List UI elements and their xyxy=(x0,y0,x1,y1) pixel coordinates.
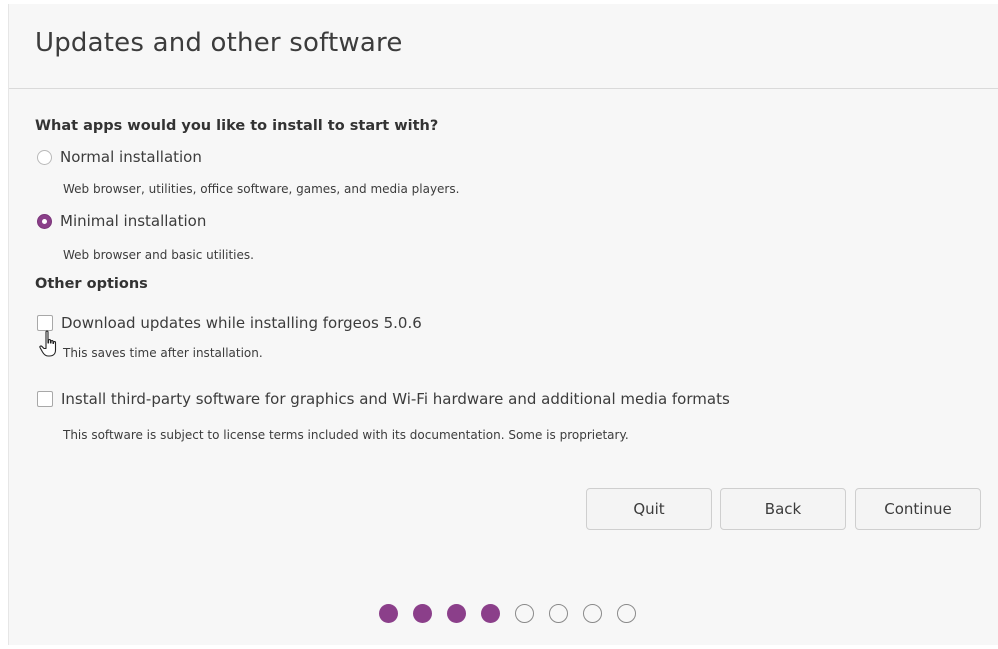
third-party-software-checkbox[interactable]: Install third-party software for graphic… xyxy=(37,390,730,408)
download-updates-checkbox[interactable]: Download updates while installing forgeo… xyxy=(37,314,422,332)
minimal-installation-description: Web browser and basic utilities. xyxy=(63,248,254,262)
progress-dots xyxy=(379,604,636,623)
apps-section-label: What apps would you like to install to s… xyxy=(35,118,439,134)
third-party-software-description: This software is subject to license term… xyxy=(63,428,629,442)
download-updates-description: This saves time after installation. xyxy=(63,346,263,360)
other-options-label: Other options xyxy=(35,276,148,292)
normal-installation-radio[interactable]: Normal installation xyxy=(37,148,202,166)
progress-dot-completed xyxy=(379,604,398,623)
progress-dot-completed xyxy=(447,604,466,623)
progress-dot-pending xyxy=(617,604,636,623)
header: Updates and other software xyxy=(9,4,998,89)
back-button[interactable]: Back xyxy=(720,488,846,530)
progress-dot-completed xyxy=(481,604,500,623)
third-party-software-label[interactable]: Install third-party software for graphic… xyxy=(61,390,730,408)
continue-button[interactable]: Continue xyxy=(855,488,981,530)
normal-installation-description: Web browser, utilities, office software,… xyxy=(63,182,460,196)
progress-dot-pending xyxy=(583,604,602,623)
quit-button[interactable]: Quit xyxy=(586,488,712,530)
radio-checked-icon[interactable] xyxy=(37,213,52,229)
radio-unchecked-icon[interactable] xyxy=(37,149,52,165)
progress-dot-pending xyxy=(549,604,568,623)
progress-dot-completed xyxy=(413,604,432,623)
checkbox-icon[interactable] xyxy=(37,391,53,407)
download-updates-label[interactable]: Download updates while installing forgeo… xyxy=(61,314,422,332)
page-title: Updates and other software xyxy=(35,28,403,58)
progress-dot-pending xyxy=(515,604,534,623)
minimal-installation-label[interactable]: Minimal installation xyxy=(60,212,206,230)
checkbox-icon[interactable] xyxy=(37,315,53,331)
minimal-installation-radio[interactable]: Minimal installation xyxy=(37,212,206,230)
installer-window: Updates and other software What apps wou… xyxy=(8,4,998,645)
normal-installation-label[interactable]: Normal installation xyxy=(60,148,202,166)
hand-pointer-icon xyxy=(39,330,57,357)
